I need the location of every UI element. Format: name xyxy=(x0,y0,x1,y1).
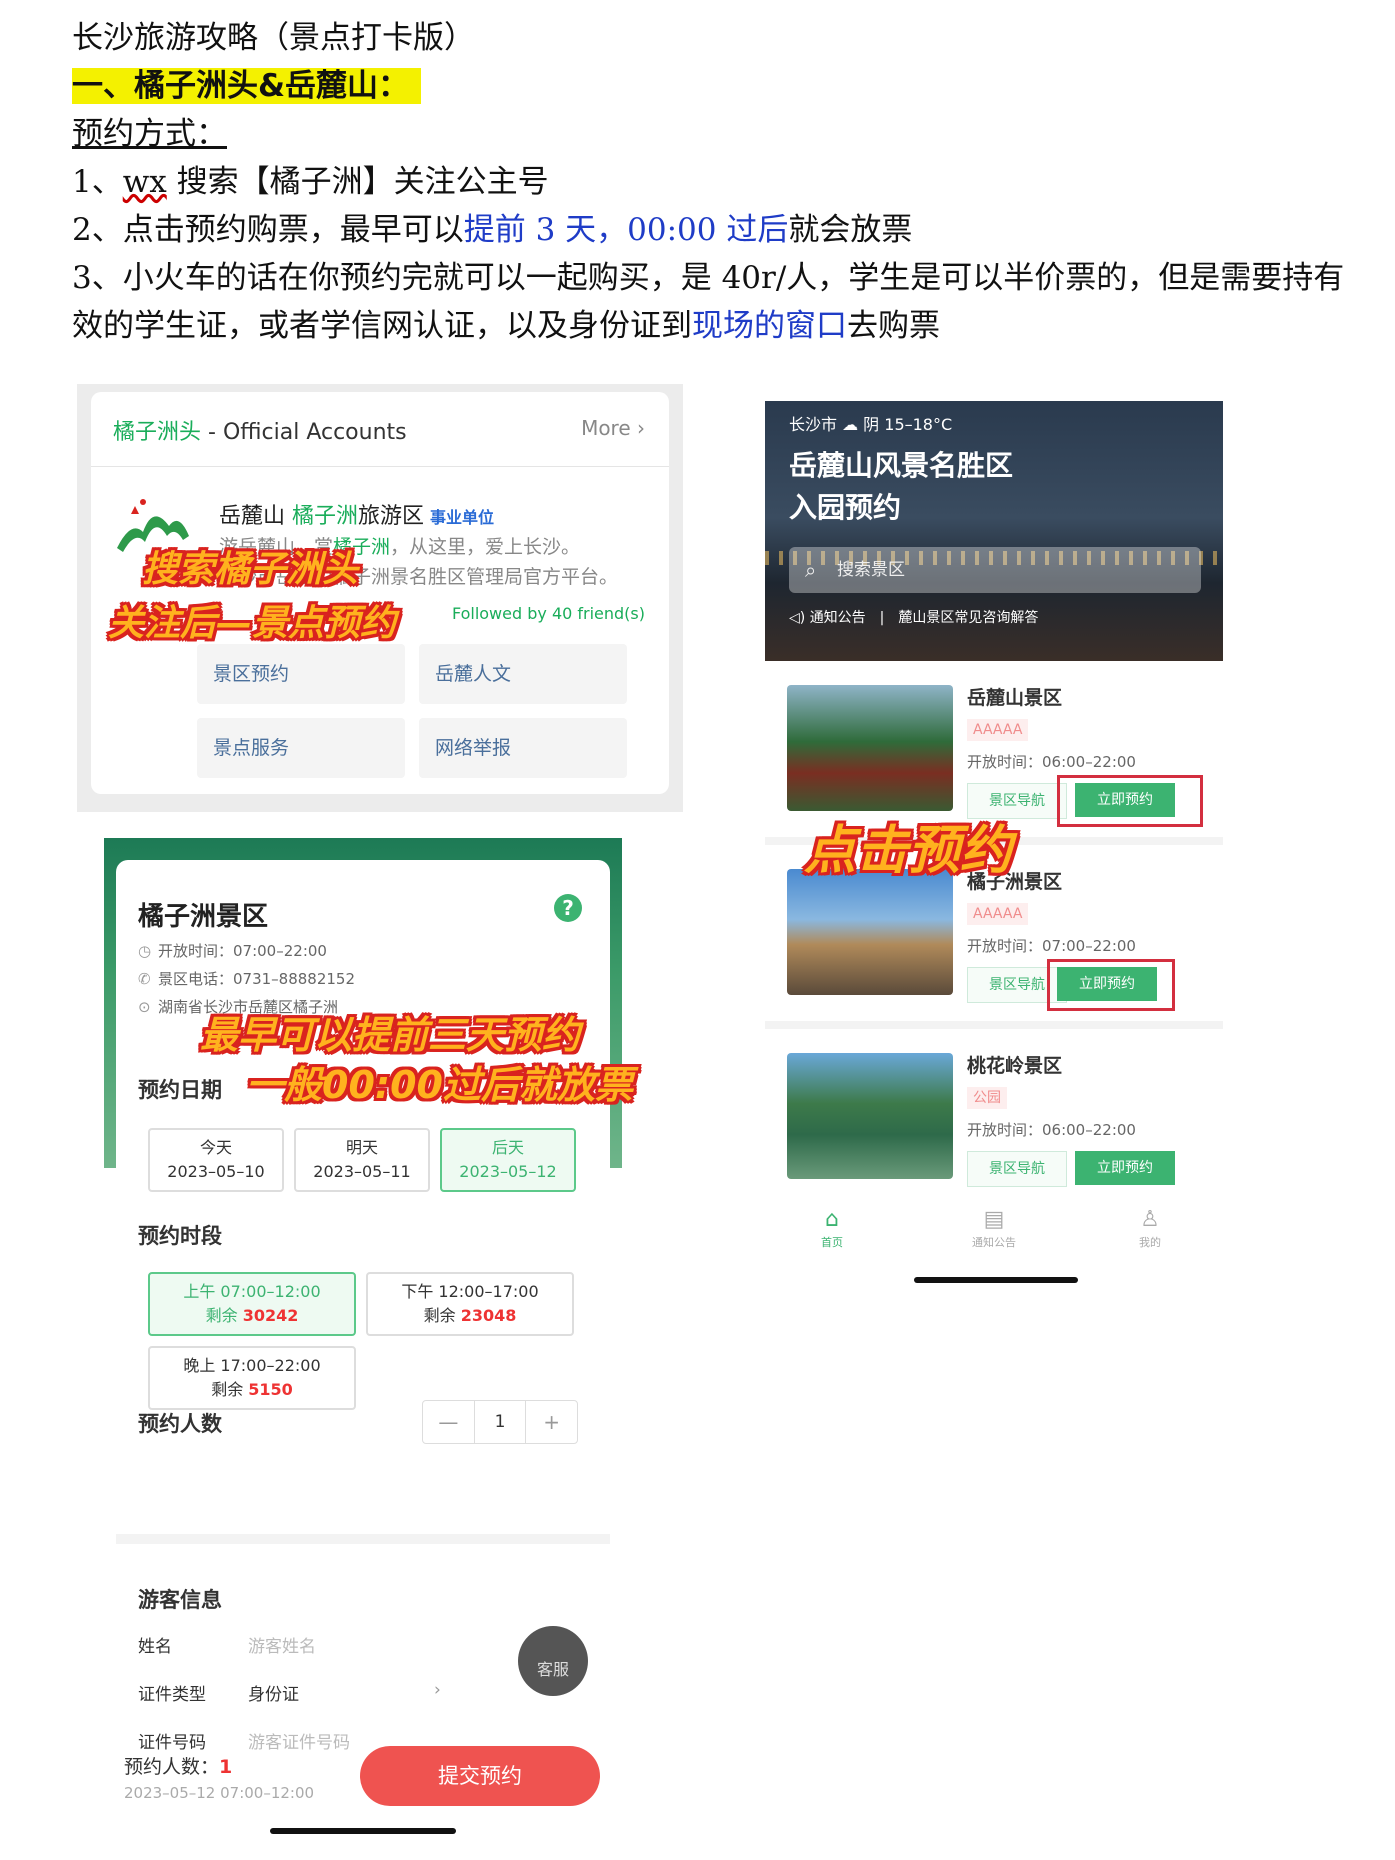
date-label: 预约日期 xyxy=(138,1078,222,1102)
sticker-search-follow-1: 搜索橘子洲头 xyxy=(142,549,359,590)
home-indicator xyxy=(270,1828,456,1834)
date-option-today[interactable]: 今天 2023–05–10 xyxy=(148,1128,284,1192)
bottom-date: 2023–05–12 07:00–12:00 xyxy=(124,1784,315,1802)
menu-yuelu-culture[interactable]: 岳麓人文 xyxy=(419,644,627,704)
submit-button[interactable]: 提交预约 xyxy=(360,1746,600,1806)
spot-list: 岳麓山景区 AAAAA 开放时间：06:00–22:00 景区导航 立即预约 橘… xyxy=(765,665,1223,1285)
rating-badge: AAAAA xyxy=(967,903,1029,925)
org-type-badge: 事业单位 xyxy=(430,508,495,527)
name-field[interactable]: 姓名 游客姓名 xyxy=(138,1632,316,1657)
bottom-count: 预约人数：1 xyxy=(124,1756,233,1778)
nav-button[interactable]: 景区导航 xyxy=(967,1151,1067,1187)
notice-icon: ▤ xyxy=(983,1207,1005,1232)
weather: 长沙市 ☁ 阴 15–18°C xyxy=(789,415,953,434)
submit-bar: 预约人数：1 2023–05–12 07:00–12:00 提交预约 xyxy=(104,1740,622,1820)
doc-title: 长沙旅游攻略（景点打卡版） xyxy=(72,20,475,56)
spot-card: 桃花岭景区 公园 开放时间：06:00–22:00 景区导航 立即预约 xyxy=(765,1033,1223,1203)
id-type-field[interactable]: 证件类型 身份证 › xyxy=(138,1680,441,1705)
phone-icon: ✆ xyxy=(138,970,151,988)
scenic-title: 橘子洲景区 xyxy=(138,902,269,932)
tab-home[interactable]: ⌂ 首页 xyxy=(787,1206,877,1250)
home-indicator xyxy=(914,1277,1078,1283)
category-badge: 公园 xyxy=(967,1087,1007,1109)
spot-name: 岳麓山景区 xyxy=(967,687,1063,709)
minus-button[interactable]: — xyxy=(423,1401,474,1443)
search-icon: ⌕ xyxy=(805,558,817,582)
section-title: 一、橘子洲头&岳麓山： xyxy=(72,68,422,104)
date-option-tomorrow[interactable]: 明天 2023–05–11 xyxy=(294,1128,430,1192)
notice-bar[interactable]: ◁) 通知公告 | 麓山景区常见咨询解答 xyxy=(789,607,1038,627)
slot-morning[interactable]: 上午 07:00–12:00 剩余 30242 xyxy=(148,1272,356,1336)
spot-photo xyxy=(787,869,953,995)
chevron-right-icon: › xyxy=(434,1680,441,1700)
book-button[interactable]: 立即预约 xyxy=(1075,1151,1175,1185)
count-label: 预约人数 xyxy=(138,1412,222,1436)
oa-name: 岳麓山 橘子洲旅游区 事业单位 xyxy=(219,504,495,529)
home-icon: ⌂ xyxy=(825,1207,839,1232)
rating-badge: AAAAA xyxy=(967,719,1029,741)
menu-scenic-booking[interactable]: 景区预约 xyxy=(197,644,405,704)
booking-screen: 橘子洲景区 ? ◷ 开放时间：07:00–22:00 ✆ 景区电话：0731–888… xyxy=(104,838,622,1764)
step-3: 3、小火车的话在你预约完就可以一起购买，是 40r/人，学生是可以半价票的，但是… xyxy=(72,260,1345,344)
location-icon: ⊙ xyxy=(138,998,151,1016)
help-icon[interactable]: ? xyxy=(554,894,582,922)
sticker-search-follow-2: 关注后—景点预约 xyxy=(108,603,397,644)
more-link[interactable]: More › xyxy=(581,416,645,440)
spot-hours: 开放时间：07:00–22:00 xyxy=(967,937,1136,955)
app-title: 岳麓山风景名胜区 入园预约 xyxy=(789,449,1014,524)
divider xyxy=(91,466,669,467)
sticker-advance-2: 一般00:00过后就放票 xyxy=(246,1063,633,1107)
official-account-card: 橘子洲头 - Official Accounts More › 岳麓山 橘子洲旅… xyxy=(91,392,669,794)
open-time: ◷ 开放时间：07:00–22:00 xyxy=(138,942,327,960)
slot-label: 预约时段 xyxy=(138,1224,222,1248)
quantity-stepper[interactable]: — 1 + xyxy=(422,1400,578,1444)
step-2: 2、点击预约购票，最早可以提前 3 天，00:00 过后就会放票 xyxy=(72,212,913,248)
spot-hours: 开放时间：06:00–22:00 xyxy=(967,753,1136,771)
tab-notice[interactable]: ▤ 通知公告 xyxy=(949,1206,1039,1250)
user-icon: ♙ xyxy=(1140,1207,1160,1232)
customer-service-button[interactable]: 客服 xyxy=(518,1626,588,1696)
step-1: 1、wx 搜索【橘子洲】关注公主号 xyxy=(72,164,549,200)
date-option-day-after[interactable]: 后天 2023–05–12 xyxy=(440,1128,576,1192)
menu-online-report[interactable]: 网络举报 xyxy=(419,718,627,778)
spot-name: 桃花岭景区 xyxy=(967,1055,1063,1077)
divider xyxy=(765,1021,1223,1029)
highlight-box xyxy=(1047,959,1175,1011)
highlight-box xyxy=(1057,775,1203,827)
sticker-advance-1: 最早可以提前三天预约 xyxy=(200,1013,581,1057)
oa-header: 橘子洲头 - Official Accounts xyxy=(113,420,407,445)
yuelu-app-header: 长沙市 ☁ 阴 15–18°C 岳麓山风景名胜区 入园预约 ⌕ 搜索景区 ◁) 通知… xyxy=(765,401,1223,661)
tab-mine[interactable]: ♙ 我的 xyxy=(1105,1206,1195,1250)
followed-count: Followed by 40 friend(s) xyxy=(451,604,645,623)
menu-scenic-service[interactable]: 景点服务 xyxy=(197,718,405,778)
method-label: 预约方式： xyxy=(72,116,227,152)
spot-hours: 开放时间：06:00–22:00 xyxy=(967,1121,1136,1139)
slot-evening[interactable]: 晚上 17:00–22:00 剩余 5150 xyxy=(148,1346,356,1410)
plus-button[interactable]: + xyxy=(526,1401,577,1443)
visitor-title: 游客信息 xyxy=(138,1588,222,1612)
spot-photo xyxy=(787,685,953,811)
phone: ✆ 景区电话：0731–88882152 xyxy=(138,970,356,988)
guide-text: 长沙旅游攻略（景点打卡版） 一、橘子洲头&岳麓山： 预约方式： 1、wx 搜索【… xyxy=(72,14,1362,350)
quantity-value: 1 xyxy=(473,1401,527,1443)
speaker-icon: ◁) xyxy=(789,610,806,626)
search-input[interactable]: ⌕ 搜索景区 xyxy=(789,547,1201,593)
slot-afternoon[interactable]: 下午 12:00–17:00 剩余 23048 xyxy=(366,1272,574,1336)
sticker-click-book: 点击预约 xyxy=(804,821,1013,881)
clock-icon: ◷ xyxy=(138,942,152,960)
tab-bar: ⌂ 首页 ▤ 通知公告 ♙ 我的 xyxy=(765,1206,1223,1266)
spot-photo xyxy=(787,1053,953,1179)
